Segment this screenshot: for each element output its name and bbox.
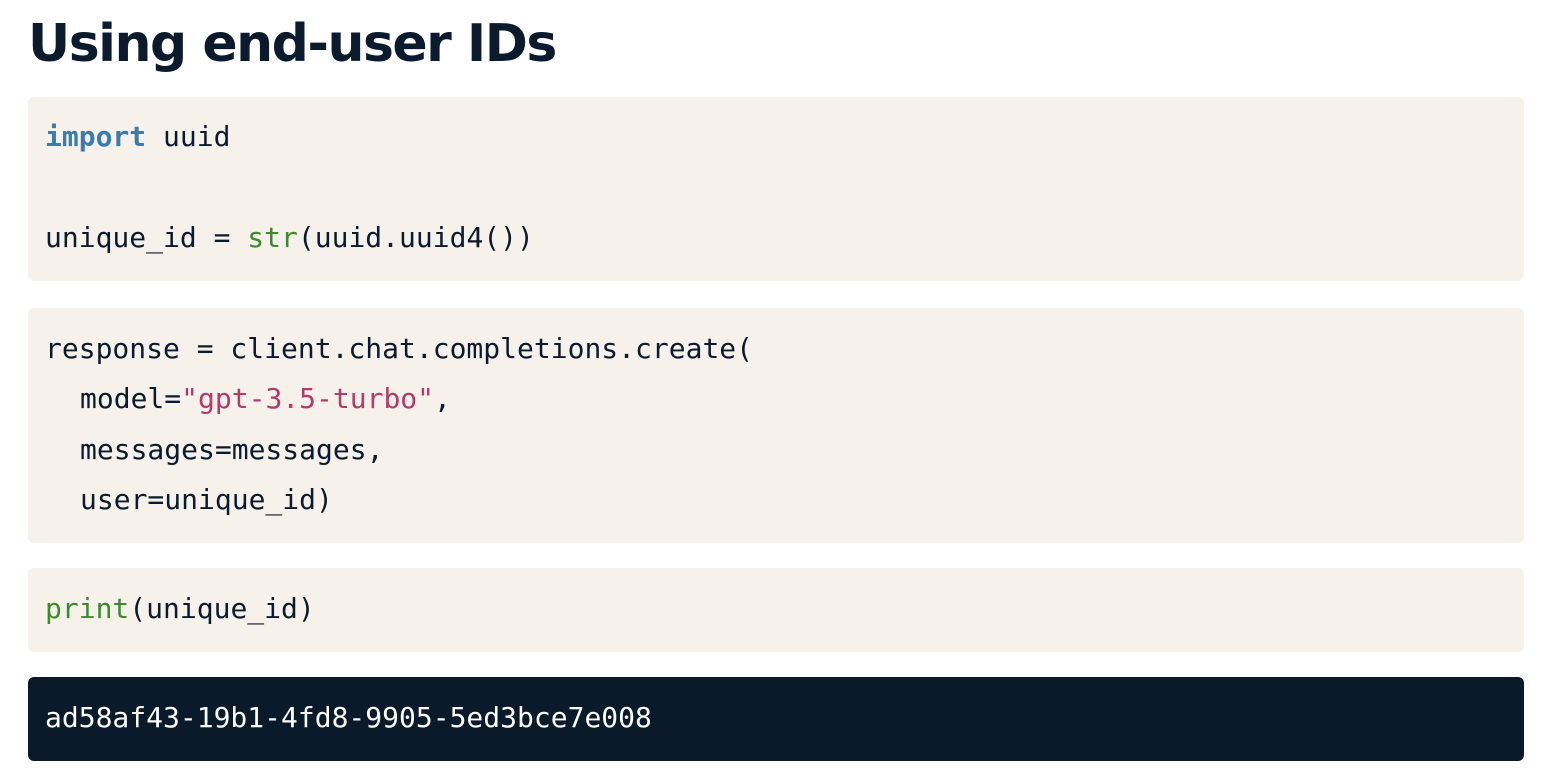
code-text: , [434, 382, 451, 415]
code-line: messages=messages, [45, 425, 383, 475]
code-line: print(unique_id) [45, 584, 315, 634]
page: Using end-user IDs import uuid unique_id… [0, 0, 1552, 780]
string-token: "gpt-3.5-turbo" [181, 382, 435, 415]
builtin-token: str [247, 221, 298, 254]
code-line: model="gpt-3.5-turbo", [45, 374, 451, 424]
code-text: user=unique_id) [80, 483, 333, 516]
builtin-token: print [45, 592, 130, 625]
code-text: (uuid.uuid4()) [297, 221, 534, 254]
page-title: Using end-user IDs [28, 14, 557, 74]
code-line: user=unique_id) [45, 475, 333, 525]
output-block: ad58af43-19b1-4fd8-9905-5ed3bce7e008 [28, 677, 1524, 761]
code-text: (unique_id) [129, 592, 315, 625]
code-line: unique_id = str(uuid.uuid4()) [45, 213, 534, 263]
keyword-token: import [45, 120, 147, 153]
code-block-create: response = client.chat.completions.creat… [28, 308, 1524, 543]
code-text: unique_id = [45, 221, 248, 254]
code-line: import uuid [45, 112, 230, 162]
code-text: uuid [146, 120, 231, 153]
code-text: messages=messages, [80, 433, 384, 466]
output-text: ad58af43-19b1-4fd8-9905-5ed3bce7e008 [45, 701, 652, 734]
code-text: response = client.chat.completions.creat… [45, 332, 754, 365]
code-block-print: print(unique_id) [28, 568, 1524, 652]
code-block-import: import uuid unique_id = str(uuid.uuid4()… [28, 97, 1524, 281]
code-text: model= [80, 382, 182, 415]
code-line: response = client.chat.completions.creat… [45, 324, 753, 374]
output-line: ad58af43-19b1-4fd8-9905-5ed3bce7e008 [45, 693, 652, 743]
